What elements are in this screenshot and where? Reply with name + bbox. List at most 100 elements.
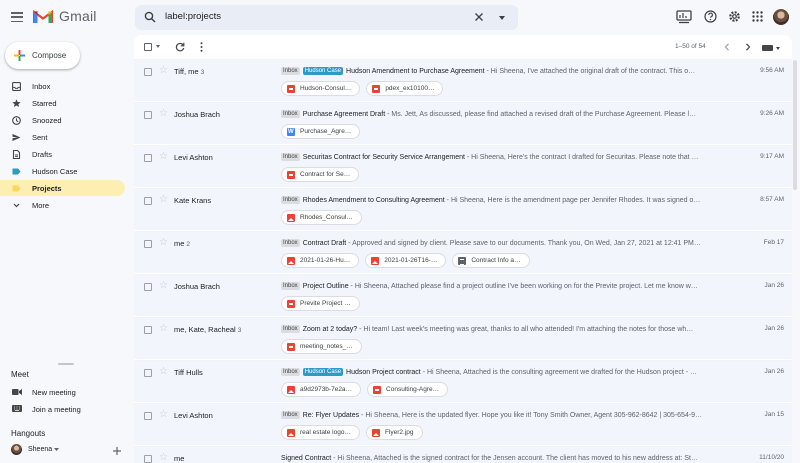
label-badge-inbox[interactable]: Inbox <box>281 368 300 376</box>
email-row[interactable]: ☆ me 2 Inbox Contract Draft - Approved and s… <box>134 231 792 273</box>
main-menu-icon[interactable] <box>11 12 23 22</box>
email-date: 11/10/20 <box>759 454 784 461</box>
compose-button[interactable]: Compose <box>5 42 80 69</box>
label-badge-inbox[interactable]: Inbox <box>281 239 300 247</box>
search-options-icon[interactable] <box>499 16 505 20</box>
email-checkbox[interactable] <box>144 369 152 377</box>
select-options-icon[interactable] <box>156 45 160 48</box>
scrollbar[interactable] <box>793 60 797 190</box>
settings-gear-icon[interactable] <box>728 10 741 23</box>
star-icon[interactable]: ☆ <box>159 281 168 291</box>
email-checkbox[interactable] <box>144 197 152 205</box>
star-icon[interactable]: ☆ <box>159 195 168 205</box>
email-checkbox[interactable] <box>144 68 152 76</box>
refresh-icon[interactable] <box>175 42 185 52</box>
email-row[interactable]: ☆ Tiff, me 3 Inbox Hudson Case Hudson Amendme… <box>134 59 792 101</box>
add-contact-icon[interactable] <box>113 447 121 455</box>
star-icon[interactable]: ☆ <box>159 238 168 248</box>
email-row[interactable]: ☆ Levi Ashton Inbox Securitas Contract for … <box>134 145 792 187</box>
help-icon[interactable] <box>704 10 717 23</box>
new-meeting-button[interactable]: New meeting <box>0 385 125 399</box>
star-icon[interactable]: ☆ <box>159 367 168 377</box>
email-checkbox[interactable] <box>144 326 152 334</box>
email-date: 9:26 AM <box>760 110 784 117</box>
email-checkbox[interactable] <box>144 412 152 420</box>
email-checkbox[interactable] <box>144 240 152 248</box>
label-badge-inbox[interactable]: Inbox <box>281 325 300 333</box>
attachment-name: Contract for Se… <box>300 171 351 178</box>
label-badge-inbox[interactable]: Inbox <box>281 282 300 290</box>
attachment-chip[interactable]: Flyer2.jpg <box>365 425 423 440</box>
label-badge-inbox[interactable]: Inbox <box>281 196 300 204</box>
label-badge-inbox[interactable]: Inbox <box>281 153 300 161</box>
star-icon[interactable]: ☆ <box>159 324 168 334</box>
clear-search-icon[interactable] <box>474 12 484 22</box>
top-bar: Gmail label:projects <box>0 0 800 36</box>
label-badge-inbox[interactable]: Inbox <box>281 67 300 75</box>
star-icon[interactable]: ☆ <box>159 453 168 463</box>
label-badge-inbox[interactable]: Inbox <box>281 411 300 419</box>
email-checkbox[interactable] <box>144 283 152 291</box>
attachment-chip[interactable]: meeting_notes_… <box>281 339 362 354</box>
select-all-checkbox[interactable] <box>144 43 152 51</box>
nav-item-snoozed[interactable]: Snoozed <box>0 112 125 128</box>
account-avatar[interactable] <box>772 8 790 26</box>
nav-item-sent[interactable]: Sent <box>0 129 125 145</box>
email-row[interactable]: ☆ Levi Ashton Inbox Re: Flyer Updates - Hi … <box>134 403 792 445</box>
label-badge-hudson-case[interactable]: Hudson Case <box>302 368 344 376</box>
attachment-chip[interactable]: real estate logo… <box>281 425 360 440</box>
email-checkbox[interactable] <box>144 111 152 119</box>
label-badge-inbox[interactable]: Inbox <box>281 110 300 118</box>
nav-item-hudson-case[interactable]: Hudson Case <box>0 163 125 179</box>
email-checkbox[interactable] <box>144 455 152 463</box>
attachment-chip[interactable]: 2021-01-26T16-… <box>365 253 447 268</box>
email-row[interactable]: ☆ Joshua Brach Inbox Project Outline - Hi S… <box>134 274 792 316</box>
nav-item-more[interactable]: More <box>0 197 125 213</box>
more-options-icon[interactable] <box>200 42 203 52</box>
attachment-chip[interactable]: pdex_ex10100… <box>366 81 444 96</box>
email-date: 8:57 AM <box>760 196 784 203</box>
attachment-chip[interactable]: Consulting-Agre… <box>367 382 449 397</box>
attachment-chip[interactable]: a9d2973b-7e2a… <box>281 382 362 397</box>
email-row[interactable]: ☆ me Signed Contract - Hi Sheena, Attached… <box>134 446 792 463</box>
search-bar[interactable]: label:projects <box>135 5 518 30</box>
panel-resize-handle[interactable] <box>58 363 74 365</box>
nav-item-inbox[interactable]: Inbox <box>0 78 125 94</box>
email-row[interactable]: ☆ me, Kate, Racheal 3 Inbox Zoom at 2 today?… <box>134 317 792 359</box>
attachment-chip[interactable]: Previte Project … <box>281 296 360 311</box>
attachment-chip[interactable]: Hudson-Consul… <box>281 81 361 96</box>
nav-item-projects[interactable]: Projects <box>0 180 125 196</box>
next-page-icon[interactable] <box>745 43 751 51</box>
apps-grid-icon[interactable] <box>752 11 763 22</box>
attachment-chip[interactable]: Rhodes_Consul… <box>281 210 362 225</box>
attachment-chip[interactable]: Contract Info a… <box>452 253 530 268</box>
email-checkbox[interactable] <box>144 154 152 162</box>
attachment-chip[interactable]: 2021-01-26-Hu… <box>281 253 360 268</box>
status-icon[interactable] <box>676 10 692 24</box>
join-meeting-button[interactable]: Join a meeting <box>0 402 125 416</box>
attachment-chip[interactable]: Contract for Se… <box>281 167 360 182</box>
nav-item-starred[interactable]: Starred <box>0 95 125 111</box>
search-icon[interactable] <box>144 11 156 23</box>
email-snippet: - Approved and signed by client. Please … <box>346 240 701 247</box>
attachment-chip[interactable]: Purchase_Agre… <box>281 124 361 139</box>
nav-item-drafts[interactable]: Drafts <box>0 146 125 162</box>
star-icon[interactable]: ☆ <box>159 152 168 162</box>
email-row[interactable]: ☆ Joshua Brach Inbox Purchase Agreement Dra… <box>134 102 792 144</box>
gmail-logo[interactable]: Gmail <box>33 8 97 24</box>
attachment-name: Flyer2.jpg <box>384 429 414 436</box>
star-icon[interactable]: ☆ <box>159 410 168 420</box>
email-row[interactable]: ☆ Tiff Hulls Inbox Hudson Case Hudson Projec… <box>134 360 792 402</box>
star-icon[interactable]: ☆ <box>159 109 168 119</box>
hangouts-user[interactable]: Sheena <box>11 444 71 456</box>
label-badge-hudson-case[interactable]: Hudson Case <box>302 67 344 75</box>
img-file-icon <box>287 256 295 265</box>
email-summary: Inbox Project Outline - Hi Sheena, Attach… <box>281 281 726 292</box>
prev-page-icon[interactable] <box>724 43 730 51</box>
input-tools-button[interactable] <box>762 44 782 52</box>
email-row[interactable]: ☆ Kate Krans Inbox Rhodes Amendment to Cons… <box>134 188 792 230</box>
search-input[interactable]: label:projects <box>165 11 221 22</box>
star-icon[interactable]: ☆ <box>159 66 168 76</box>
pdf-file-icon <box>287 342 295 351</box>
chevron-down-icon <box>13 203 20 208</box>
